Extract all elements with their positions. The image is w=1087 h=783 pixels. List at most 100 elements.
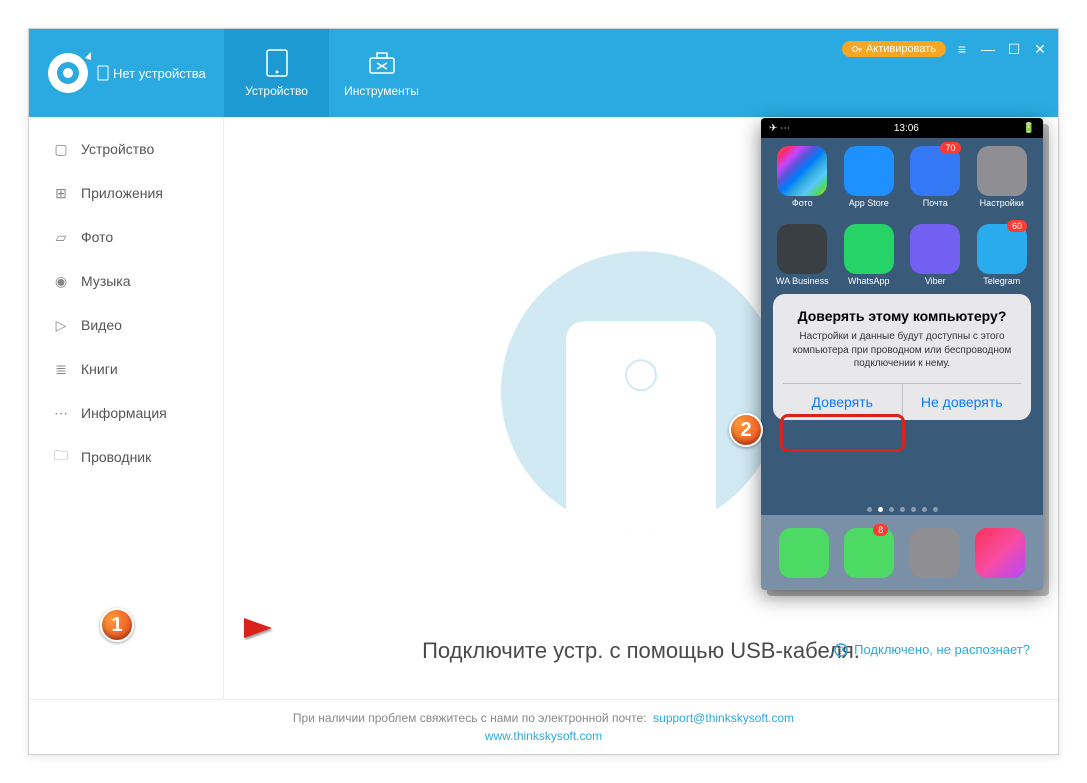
phone-apps-row1: ФотоApp StoreПочта70Настройки (761, 138, 1043, 216)
sidebar-item-music[interactable]: ◉ Музыка (29, 259, 223, 303)
callout-2: 2 (729, 413, 763, 447)
badge: 70 (940, 142, 960, 154)
sidebar-item-label: Музыка (81, 273, 131, 289)
sidebar-item-label: Приложения (81, 185, 163, 201)
badge: 8 (873, 524, 888, 536)
footer-site[interactable]: www.thinkskysoft.com (485, 729, 602, 743)
app-Фото[interactable]: Фото (771, 146, 834, 208)
toolbox-icon (367, 48, 397, 78)
video-icon: ▷ (53, 317, 69, 333)
app-icon (779, 528, 829, 578)
app-Настройки[interactable]: Настройки (971, 146, 1034, 208)
no-device-text: Нет устройства (113, 66, 206, 81)
app-icon (910, 528, 960, 578)
app-Telegram[interactable]: Telegram60 (971, 224, 1034, 286)
app-label: Почта (923, 198, 948, 208)
info-icon: ⋯ (53, 405, 69, 421)
minimize-button[interactable]: — (978, 39, 998, 59)
tab-device-label: Устройство (245, 84, 308, 98)
menu-button[interactable]: ≡ (952, 39, 972, 59)
maximize-button[interactable]: ☐ (1004, 39, 1024, 59)
dock-app[interactable] (975, 528, 1025, 578)
app-label: WhatsApp (848, 276, 890, 286)
activate-button[interactable]: Активировать (842, 41, 946, 57)
help-icon: ? (834, 643, 848, 657)
help-text: Подключено, не распознает? (854, 642, 1030, 657)
dock-app[interactable] (779, 528, 829, 578)
page-dots (761, 507, 1043, 512)
folder-icon: 🗀 (53, 449, 69, 465)
music-icon: ◉ (53, 273, 69, 289)
iphone-screenshot: ✈︎ ⋯ 13:06 🔋 ФотоApp StoreПочта70Настрой… (761, 118, 1043, 590)
connect-placeholder (501, 251, 781, 531)
airplane-icon: ✈︎ ⋯ (769, 123, 790, 134)
app-WA Business[interactable]: WA Business (771, 224, 834, 286)
sidebar-item-books[interactable]: ≣ Книги (29, 347, 223, 391)
app-App Store[interactable]: App Store (838, 146, 901, 208)
sidebar-item-device[interactable]: ▢ Устройство (29, 127, 223, 171)
placeholder-cable-icon (640, 501, 643, 531)
phone-dock: 8 (761, 515, 1043, 590)
placeholder-circle (501, 251, 781, 531)
arrow-icon (144, 618, 274, 648)
app-label: Настройки (980, 198, 1024, 208)
sidebar-item-explorer[interactable]: 🗀 Проводник (29, 435, 223, 479)
svg-text:?: ? (838, 646, 844, 657)
app-icon (844, 146, 894, 196)
key-icon (852, 44, 862, 54)
activate-label: Активировать (866, 43, 936, 55)
close-button[interactable]: ✕ (1030, 39, 1050, 59)
app-icon (910, 224, 960, 274)
footer-line1: При наличии проблем свяжитесь с нами по … (293, 711, 794, 725)
dock-app[interactable]: 8 (844, 528, 894, 578)
app-icon (977, 146, 1027, 196)
phone-statusbar: ✈︎ ⋯ 13:06 🔋 (761, 118, 1043, 138)
phone-outline-icon (97, 65, 109, 81)
logo-area: Нет устройства (29, 29, 224, 117)
header: Нет устройства Устройство Инструменты Ак… (29, 29, 1058, 117)
footer-text: При наличии проблем свяжитесь с нами по … (293, 711, 647, 725)
sidebar-item-video[interactable]: ▷ Видео (29, 303, 223, 347)
sidebar-item-label: Книги (81, 361, 118, 377)
dialog-title: Доверять этому компьютеру? (783, 308, 1021, 324)
sidebar-item-label: Видео (81, 317, 122, 333)
phone-apps-row2: WA BusinessWhatsAppViberTelegram60 (761, 216, 1043, 294)
sidebar-item-info[interactable]: ⋯Информация (29, 391, 223, 435)
app-Почта[interactable]: Почта70 (904, 146, 967, 208)
app-WhatsApp[interactable]: WhatsApp (838, 224, 901, 286)
photo-icon: ▱ (53, 229, 69, 245)
sidebar-item-apps[interactable]: ⊞Приложения (29, 171, 223, 215)
sidebar-item-label: Устройство (81, 141, 154, 157)
sidebar-item-label: Проводник (81, 449, 151, 465)
dock-app[interactable] (910, 528, 960, 578)
footer-email[interactable]: support@thinkskysoft.com (653, 711, 794, 725)
callout-1: 1 (100, 608, 134, 642)
no-device-label: Нет устройства (97, 65, 206, 81)
app-label: WA Business (776, 276, 829, 286)
badge: 60 (1007, 220, 1027, 232)
app-Viber[interactable]: Viber (904, 224, 967, 286)
sidebar-item-photo[interactable]: ▱ Фото (29, 215, 223, 259)
window-controls: Активировать ≡ — ☐ ✕ (842, 39, 1050, 59)
tab-tools[interactable]: Инструменты (329, 29, 434, 117)
help-link[interactable]: ? Подключено, не распознает? (834, 642, 1030, 657)
connect-message: Подключите устр. с помощью USB-кабеля. (422, 638, 860, 664)
books-icon: ≣ (53, 361, 69, 377)
app-icon (777, 146, 827, 196)
app-label: Фото (792, 198, 813, 208)
tab-device[interactable]: Устройство (224, 29, 329, 117)
dialog-text: Настройки и данные будут доступны с этог… (783, 330, 1021, 383)
app-icon (844, 224, 894, 274)
sidebar-item-label: Фото (81, 229, 113, 245)
tab-tools-label: Инструменты (344, 84, 419, 98)
app-icon (844, 528, 894, 578)
trust-highlight (780, 414, 905, 452)
tablet-icon (262, 48, 292, 78)
app-icon (777, 224, 827, 274)
device-icon: ▢ (53, 141, 69, 157)
header-tabs: Устройство Инструменты (224, 29, 434, 117)
footer: При наличии проблем свяжитесь с нами по … (29, 699, 1058, 754)
dont-trust-button[interactable]: Не доверять (903, 384, 1022, 420)
app-label: Telegram (983, 276, 1020, 286)
app-label: Viber (925, 276, 946, 286)
